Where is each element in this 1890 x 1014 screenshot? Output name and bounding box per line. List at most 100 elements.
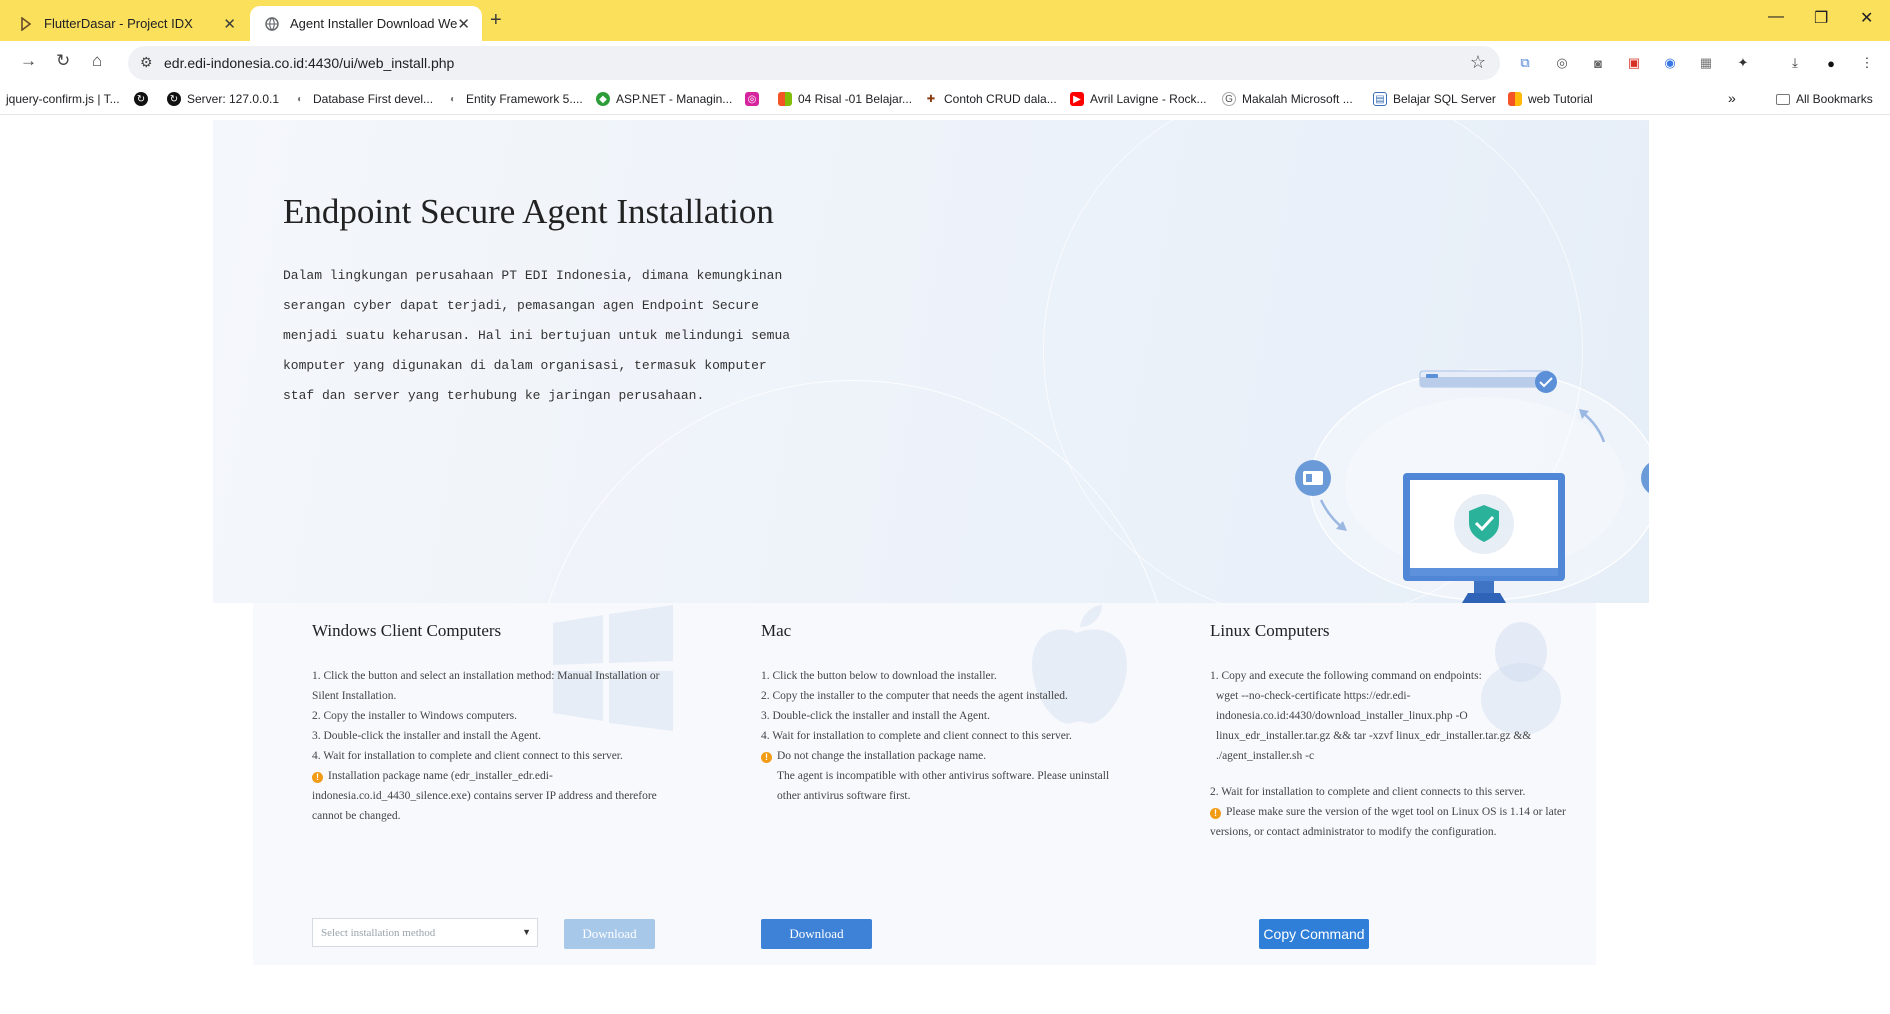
- bookmark-star-icon[interactable]: ☆: [1470, 52, 1486, 73]
- step-text: 3. Double-click the installer and instal…: [761, 710, 990, 722]
- puzzle-extensions-icon[interactable]: ✦: [1734, 54, 1752, 72]
- home-icon[interactable]: ⌂: [92, 51, 102, 71]
- windows-download-button[interactable]: Download: [564, 919, 655, 949]
- site-settings-icon[interactable]: ⚙: [140, 54, 153, 71]
- restore-icon[interactable]: ❐: [1814, 8, 1828, 28]
- tab-flutterdasar[interactable]: FlutterDasar - Project IDX ✕: [0, 6, 248, 41]
- download-icon[interactable]: ⤓: [1786, 54, 1804, 72]
- bookmark-icon: ✚: [926, 93, 936, 105]
- mac-card: Mac 1. Click the button below to downloa…: [702, 603, 1148, 965]
- warning-icon: !: [312, 771, 323, 783]
- step-text: 2. Wait for installation to complete and…: [1210, 786, 1526, 798]
- image-extension-icon[interactable]: ▦: [1697, 54, 1715, 72]
- tab-title: FlutterDasar - Project IDX: [44, 16, 193, 31]
- camera-extension-icon[interactable]: ◙: [1589, 54, 1607, 72]
- bookmark-icon: ▤: [1373, 92, 1387, 106]
- bookmark-item[interactable]: ◐ Database First devel...: [293, 92, 433, 106]
- bookmark-icon: ◐: [296, 93, 304, 105]
- address-bar[interactable]: ⚙ edr.edi-indonesia.co.id:4430/ui/web_in…: [128, 46, 1500, 80]
- all-bookmarks-folder[interactable]: All Bookmarks: [1776, 92, 1873, 106]
- warning-note: ! Installation package name (edr_installe…: [312, 766, 677, 826]
- mac-steps: 1. Click the button below to download th…: [761, 666, 1126, 806]
- mac-note: The agent is incompatible with other ant…: [777, 770, 1110, 802]
- bookmark-item[interactable]: ◐ Entity Framework 5....: [446, 92, 583, 106]
- minimize-icon[interactable]: —: [1768, 8, 1784, 26]
- tab-strip: FlutterDasar - Project IDX ✕ Agent Insta…: [0, 0, 1890, 41]
- linux-title: Linux Computers: [1210, 621, 1330, 640]
- bookmarks-bar: jquery-confirm.js | T... ↻ ↻ Server: 127.…: [0, 85, 1890, 115]
- copy-command-button[interactable]: Copy Command: [1259, 919, 1369, 949]
- page-description: Dalam lingkungan perusahaan PT EDI Indon…: [283, 268, 791, 403]
- step-text: 4. Wait for installation to complete and…: [761, 730, 1072, 742]
- bookmark-item[interactable]: ↻ Server: 127.0.0.1: [167, 92, 279, 106]
- microsoft-icon: [778, 92, 792, 106]
- bookmark-icon: ◆: [596, 92, 610, 106]
- installation-method-select[interactable]: Select installation method ▼: [312, 918, 538, 947]
- youtube-icon: ▶: [1070, 92, 1084, 106]
- close-tab-icon[interactable]: ✕: [223, 15, 236, 33]
- caret-down-icon: ▼: [522, 927, 531, 937]
- warning-icon: !: [761, 751, 772, 763]
- more-bookmarks-chevron-icon[interactable]: »: [1728, 90, 1736, 106]
- bookmark-item[interactable]: ◆ ASP.NET - Managin...: [596, 92, 732, 106]
- windows-title: Windows Client Computers: [312, 621, 502, 640]
- url-text[interactable]: edr.edi-indonesia.co.id:4430/ui/web_inst…: [164, 55, 454, 71]
- globe-icon: [264, 16, 280, 32]
- bookmark-icon: ↻: [167, 92, 181, 106]
- menu-kebab-icon[interactable]: ⋮: [1858, 54, 1876, 72]
- security-illustration: [1295, 369, 1649, 603]
- forward-icon[interactable]: →: [20, 51, 37, 71]
- warning-note: ! Please make sure the version of the wge…: [1210, 802, 1575, 842]
- bookmark-icon: ◐: [449, 93, 457, 105]
- step-text: 3. Double-click the installer and instal…: [312, 730, 541, 742]
- bookmark-item[interactable]: ↻: [134, 92, 154, 106]
- warning-note: ! Do not change the installation package …: [761, 746, 1126, 766]
- download-cards: Windows Client Computers 1. Click the bu…: [253, 603, 1596, 965]
- tab-title: Agent Installer Download Webpage: [290, 16, 458, 31]
- bookmark-item[interactable]: ✚ Contoh CRUD dala...: [924, 92, 1057, 106]
- close-window-icon[interactable]: ✕: [1860, 8, 1873, 28]
- bookmark-item[interactable]: ▶ Avril Lavigne - Rock...: [1070, 92, 1207, 106]
- linux-card: Linux Computers 1. Copy and execute the …: [1151, 603, 1596, 965]
- windows-card: Windows Client Computers 1. Click the bu…: [253, 603, 699, 965]
- translate-extension-icon[interactable]: ⧉: [1516, 54, 1534, 72]
- project-idx-icon: [18, 16, 34, 32]
- folder-icon: [1776, 93, 1790, 105]
- tab-agent-installer[interactable]: Agent Installer Download Webpage ✕: [250, 6, 482, 41]
- mac-download-button[interactable]: Download: [761, 919, 872, 949]
- step-text: 2. Copy the installer to Windows compute…: [312, 710, 518, 722]
- bookmark-item[interactable]: G Makalah Microsoft ...: [1222, 92, 1353, 106]
- bookmark-item[interactable]: web Tutorial: [1508, 92, 1593, 106]
- bookmark-item[interactable]: 04 Risal -01 Belajar...: [778, 92, 912, 106]
- page-title: Endpoint Secure Agent Installation: [283, 192, 774, 231]
- bookmark-icon: G: [1222, 92, 1236, 106]
- warning-icon: !: [1210, 807, 1221, 819]
- warning-text: Please make sure the version of the wget…: [1210, 806, 1566, 838]
- extension-circle-icon[interactable]: ◎: [1553, 54, 1571, 72]
- reload-icon[interactable]: ↻: [56, 51, 70, 71]
- linux-command[interactable]: wget --no-check-certificate https://edr.…: [1210, 686, 1555, 766]
- instagram-icon: ◎: [745, 92, 759, 106]
- hero-banner: Endpoint Secure Agent Installation Dalam…: [213, 120, 1649, 603]
- profile-avatar-icon[interactable]: ●: [1822, 54, 1840, 72]
- bookmark-item[interactable]: jquery-confirm.js | T...: [6, 92, 120, 106]
- new-tab-plus-icon[interactable]: +: [490, 9, 502, 32]
- step-text: 4. Wait for installation to complete and…: [312, 750, 623, 762]
- linux-steps: 1. Copy and execute the following comman…: [1210, 666, 1575, 842]
- id-card-icon: [1295, 460, 1331, 496]
- bookmark-icon: ↻: [134, 92, 148, 106]
- bookmark-item[interactable]: ▤ Belajar SQL Server: [1373, 92, 1496, 106]
- bookmark-item[interactable]: ◎: [745, 92, 765, 106]
- bookmark-icon: [1508, 92, 1522, 106]
- step-text: 1. Copy and execute the following comman…: [1210, 670, 1482, 682]
- video-extension-icon[interactable]: ▣: [1625, 54, 1643, 72]
- screen-recorder-icon[interactable]: ◉: [1661, 54, 1679, 72]
- close-tab-icon[interactable]: ✕: [457, 15, 470, 33]
- step-text: 2. Copy the installer to the computer th…: [761, 690, 1068, 702]
- select-placeholder: Select installation method: [321, 927, 436, 939]
- warning-text: Installation package name (edr_installer…: [312, 770, 657, 822]
- step-text: 1. Click the button below to download th…: [761, 670, 997, 682]
- step-text: 1. Click the button and select an instal…: [312, 670, 660, 702]
- browser-toolbar: → ↻ ⌂ ⚙ edr.edi-indonesia.co.id:4430/ui/…: [0, 41, 1890, 85]
- mac-title: Mac: [761, 621, 792, 640]
